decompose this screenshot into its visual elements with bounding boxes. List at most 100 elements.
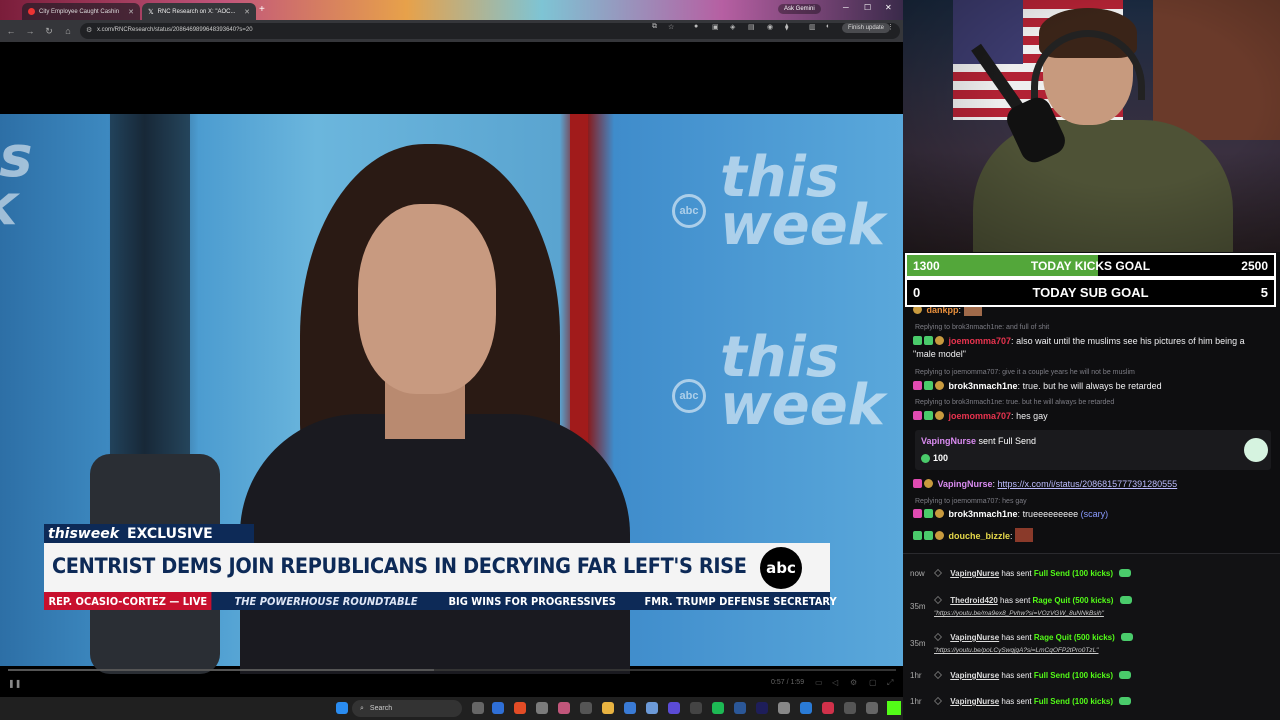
settings-gear-icon[interactable]: ⚙ — [850, 678, 857, 687]
headline: CENTRIST DEMS JOIN REPUBLICANS IN DECRYI… — [52, 554, 747, 578]
badge-icon — [935, 336, 944, 345]
app-icon[interactable] — [844, 702, 856, 714]
app-icon[interactable] — [624, 702, 636, 714]
app-icon[interactable] — [800, 702, 812, 714]
sidebar-icon[interactable]: ▥ — [809, 23, 816, 31]
pip-icon[interactable]: ▢ — [869, 678, 877, 687]
url-field[interactable]: ⚙ x.com/RNCResearch/status/2086469899648… — [80, 23, 900, 39]
close-tab-icon[interactable]: ✕ — [128, 8, 134, 16]
video-controls: ❚❚ 0:57 / 1:59 ▭ ◁ ⚙ ▢ ⤢ — [0, 666, 903, 697]
tab-city-employee[interactable]: City Employee Caught Cashin ✕ — [22, 3, 140, 20]
kick-icon — [1119, 671, 1132, 679]
minimize-icon[interactable]: ─ — [843, 3, 849, 12]
extension-icon[interactable]: ◈ — [730, 23, 735, 31]
menu-kebab-icon[interactable]: ⋮ — [887, 23, 894, 31]
file-explorer-icon[interactable] — [602, 702, 614, 714]
chat-text: trueeeeeeeee — [1022, 509, 1079, 519]
chat-username[interactable]: dankpp — [927, 307, 959, 315]
event-user[interactable]: VapingNurse — [950, 633, 999, 642]
chat-username[interactable]: VapingNurse — [938, 479, 993, 489]
chat-username[interactable]: brok3nmach1ne — [949, 381, 1018, 391]
forward-icon[interactable]: → — [22, 26, 38, 36]
captions-icon[interactable]: ▭ — [815, 678, 823, 687]
subs-goal-bar: 0 TODAY SUB GOAL 5 — [905, 278, 1276, 307]
app-icon[interactable] — [866, 702, 878, 714]
chat-username[interactable]: brok3nmach1ne — [949, 509, 1018, 519]
app-icon[interactable] — [580, 702, 592, 714]
kick-coin-icon — [921, 453, 930, 463]
news-lower-third: thisweek EXCLUSIVE CENTRIST DEMS JOIN RE… — [44, 524, 836, 610]
finish-update-button[interactable]: Finish update — [842, 23, 891, 33]
volume-icon[interactable]: ◁ — [832, 678, 838, 687]
reload-icon[interactable]: ↻ — [41, 26, 57, 37]
ask-gemini-button[interactable]: Ask Gemini — [778, 4, 821, 14]
chat-text: also wait until the muslims see his pict… — [1016, 336, 1245, 346]
windows-taskbar: ⌕ Search — [0, 697, 903, 720]
maximize-icon[interactable]: ☐ — [864, 3, 871, 12]
badge-icon — [924, 531, 933, 540]
bookmark-star-icon[interactable]: ☆ — [668, 23, 674, 31]
pause-icon[interactable]: ❚❚ — [8, 679, 21, 688]
event-url[interactable]: "https://youtu.be/ma9ex8_Pvhw?si=VOzVGW_… — [934, 610, 1104, 617]
badge-icon — [935, 509, 944, 518]
event-age: 1hr — [910, 697, 922, 706]
extension-icon[interactable]: ▣ — [712, 23, 719, 31]
kick-icon[interactable] — [887, 701, 901, 715]
app-icon[interactable] — [734, 702, 746, 714]
reply-context: Replying to joemomma707: give it a coupl… — [915, 369, 1135, 376]
gift-sender[interactable]: VapingNurse — [921, 436, 976, 446]
event-verb: has sent — [1001, 569, 1032, 578]
event-user[interactable]: VapingNurse — [950, 569, 999, 578]
tab-rnc-research[interactable]: 𝕏 RNC Research on X: "AOC... ✕ — [142, 3, 256, 20]
kick-icon — [1119, 569, 1132, 577]
extension-icon[interactable]: ▤ — [748, 23, 755, 31]
install-icon[interactable]: ⧉ — [652, 23, 657, 31]
taskbar-search[interactable]: ⌕ Search — [352, 700, 462, 717]
task-view-icon[interactable] — [472, 702, 484, 714]
app-icon[interactable] — [690, 702, 702, 714]
chrome-icon[interactable] — [514, 702, 526, 714]
close-window-icon[interactable]: ✕ — [885, 3, 892, 12]
home-icon[interactable]: ⌂ — [60, 26, 76, 36]
chat-link[interactable]: https://x.com/i/status/20868157773912805… — [998, 479, 1178, 489]
windows-start-icon[interactable] — [336, 702, 348, 714]
abc-watermark-icon: abc — [672, 194, 706, 228]
extensions-puzzle-icon[interactable]: ⧫ — [785, 23, 788, 31]
app-icon[interactable] — [558, 702, 570, 714]
chat-username[interactable]: joemomma707 — [949, 411, 1012, 421]
site-info-icon[interactable]: ⚙ — [86, 26, 92, 34]
vignette — [903, 0, 1280, 252]
premiere-icon[interactable] — [756, 702, 768, 714]
gift-avatar-icon — [1244, 438, 1268, 462]
chat-text: "male model" — [913, 349, 966, 359]
app-icon[interactable] — [778, 702, 790, 714]
video-player[interactable]: isk abc this week abc this week thisweek… — [0, 42, 903, 697]
app-icon[interactable] — [822, 702, 834, 714]
event-user[interactable]: Thedroid420 — [950, 596, 998, 605]
exclusive-label: EXCLUSIVE — [127, 525, 213, 542]
fullscreen-icon[interactable]: ⤢ — [887, 678, 893, 688]
close-tab-icon[interactable]: ✕ — [244, 8, 250, 16]
new-tab-button[interactable]: + — [259, 4, 265, 15]
app-icon[interactable] — [646, 702, 658, 714]
chat-username[interactable]: joemomma707 — [949, 336, 1012, 346]
gift-icon — [934, 671, 942, 679]
x-favicon-icon: 𝕏 — [148, 8, 154, 16]
back-icon[interactable]: ← — [3, 26, 19, 36]
badge-icon — [935, 531, 944, 540]
extension-icon[interactable]: ● — [694, 23, 698, 30]
spotify-icon[interactable] — [712, 702, 724, 714]
app-icon[interactable] — [668, 702, 680, 714]
event-row: 1hr VapingNurse has sent Full Send (100 … — [903, 697, 1280, 720]
event-user[interactable]: VapingNurse — [950, 697, 999, 706]
profile-avatar-icon[interactable]: ◐ — [826, 23, 830, 30]
time-display: 0:57 / 1:59 — [771, 679, 805, 686]
chat-text: true. but he will always be retarded — [1022, 381, 1162, 391]
edge-icon[interactable] — [492, 702, 504, 714]
progress-bar[interactable] — [8, 669, 896, 671]
chat-username[interactable]: douche_bizzle — [949, 531, 1011, 541]
event-user[interactable]: VapingNurse — [950, 671, 999, 680]
extension-icon[interactable]: ◉ — [767, 23, 773, 31]
app-icon[interactable] — [536, 702, 548, 714]
event-url[interactable]: "https://youtu.be/poLCySwqjgA?si=LmCqOFP… — [934, 647, 1099, 654]
